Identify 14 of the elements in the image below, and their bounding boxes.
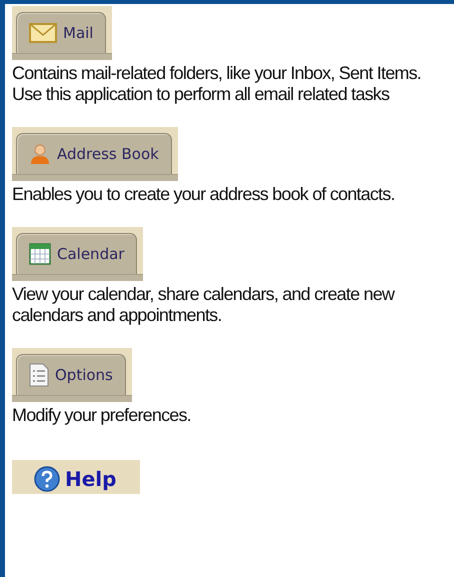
tab[interactable]: Mail <box>12 6 112 60</box>
list-icon <box>29 363 49 387</box>
description-text: Contains mail-related folders, like your Inbox, Sent Items. Use this application to perform all email related tasks <box>12 63 422 105</box>
tab[interactable]: Address Book <box>12 127 178 181</box>
help-icon <box>34 466 60 492</box>
description-text: Modify your preferences. <box>12 405 191 426</box>
help-button[interactable]: Help <box>12 460 140 494</box>
tab[interactable]: Calendar <box>12 227 144 281</box>
description-text: View your calendar, share calendars, and create new calendars and appointments. <box>12 284 396 326</box>
calendar-icon <box>29 243 51 265</box>
person-icon <box>29 143 51 165</box>
tab[interactable]: Options <box>12 348 132 402</box>
description-text: Enables you to create your address book of contacts. <box>12 184 395 205</box>
envelope-icon <box>29 23 57 43</box>
